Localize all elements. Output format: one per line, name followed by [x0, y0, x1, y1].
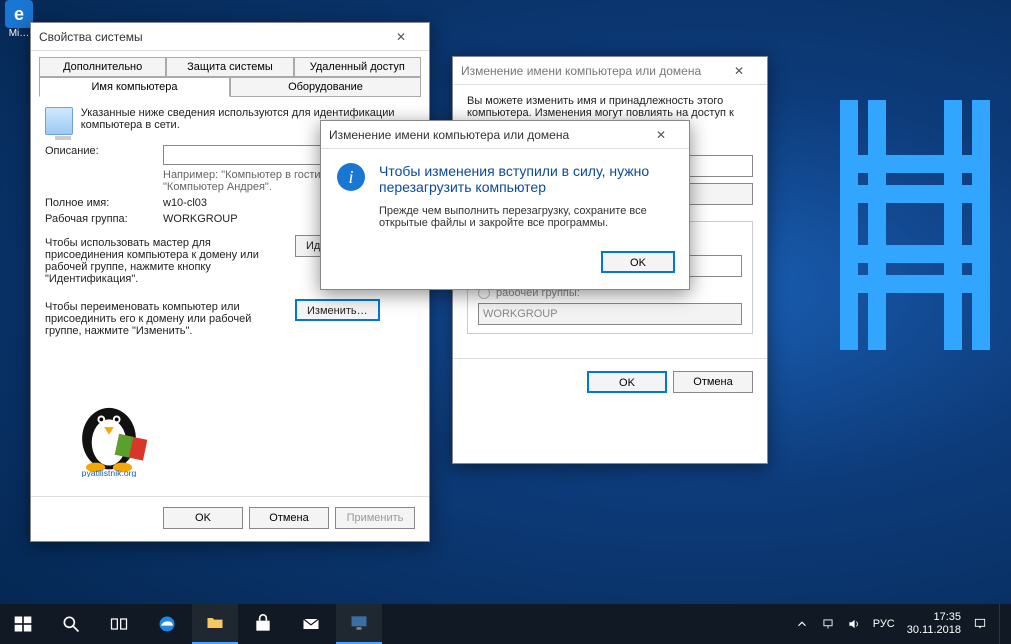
titlebar[interactable]: Свойства системы ✕	[31, 23, 429, 51]
window-title: Изменение имени компьютера или домена	[461, 64, 701, 78]
message-sub: Прежде чем выполнить перезагрузку, сохра…	[379, 205, 673, 229]
language-indicator[interactable]: РУС	[873, 618, 895, 630]
windows-logo-art	[840, 100, 990, 350]
ok-button[interactable]: OK	[587, 371, 667, 393]
cancel-button[interactable]: Отмена	[249, 507, 329, 529]
close-icon[interactable]: ✕	[719, 64, 759, 78]
file-explorer-taskbar[interactable]	[192, 604, 238, 644]
task-view-button[interactable]	[96, 604, 142, 644]
search-icon	[61, 614, 81, 634]
edge-icon: e	[5, 0, 33, 28]
cancel-button[interactable]: Отмена	[673, 371, 753, 393]
network-icon[interactable]	[821, 617, 835, 631]
window-title: Свойства системы	[39, 30, 143, 44]
search-button[interactable]	[48, 604, 94, 644]
mail-taskbar[interactable]	[288, 604, 334, 644]
svg-text:pyatilistnik.org: pyatilistnik.org	[82, 468, 137, 477]
start-button[interactable]	[0, 604, 46, 644]
date: 30.11.2018	[907, 624, 961, 637]
value-fullname: w10-cl03	[163, 197, 207, 209]
restart-prompt-dialog: Изменение имени компьютера или домена ✕ …	[320, 120, 690, 290]
chevron-up-icon[interactable]	[795, 617, 809, 631]
mail-icon	[301, 614, 321, 634]
titlebar[interactable]: Изменение имени компьютера или домена ✕	[453, 57, 767, 85]
info-icon: i	[337, 163, 365, 191]
titlebar[interactable]: Изменение имени компьютера или домена ✕	[321, 121, 689, 149]
window-title: Изменение имени компьютера или домена	[329, 128, 569, 142]
tab-advanced[interactable]: Дополнительно	[39, 57, 166, 77]
wizard-text: Чтобы использовать мастер для присоедине…	[45, 237, 285, 285]
label-workgroup: Рабочая группа:	[45, 213, 155, 225]
close-icon[interactable]: ✕	[381, 30, 421, 44]
monitor-app-taskbar[interactable]	[336, 604, 382, 644]
clock[interactable]: 17:35 30.11.2018	[907, 611, 961, 637]
store-taskbar[interactable]	[240, 604, 286, 644]
tab-protection[interactable]: Защита системы	[166, 57, 293, 77]
tab-hardware[interactable]: Оборудование	[230, 77, 421, 97]
value-workgroup: WORKGROUP	[163, 213, 238, 225]
time: 17:35	[907, 611, 961, 624]
notifications-icon[interactable]	[973, 617, 987, 631]
message-main: Чтобы изменения вступили в силу, нужно п…	[379, 163, 673, 195]
penguin-logo: pyatilistnik.org	[61, 381, 157, 477]
edge-taskbar[interactable]	[144, 604, 190, 644]
ok-button[interactable]: OK	[163, 507, 243, 529]
tab-remote[interactable]: Удаленный доступ	[294, 57, 421, 77]
ok-button[interactable]: OK	[601, 251, 675, 273]
windows-icon	[13, 614, 33, 634]
close-icon[interactable]: ✕	[641, 128, 681, 142]
show-desktop-button[interactable]	[999, 604, 1005, 644]
label-description: Описание:	[45, 145, 155, 165]
change-button[interactable]: Изменить…	[295, 299, 380, 321]
apply-button: Применить	[335, 507, 415, 529]
taskbar: РУС 17:35 30.11.2018	[0, 604, 1011, 644]
edge-icon	[157, 614, 177, 634]
computer-icon	[45, 107, 73, 135]
monitor-icon	[349, 613, 369, 633]
folder-icon	[205, 613, 225, 633]
task-view-icon	[109, 614, 129, 634]
workgroup-input	[478, 303, 742, 325]
label-fullname: Полное имя:	[45, 197, 155, 209]
store-icon	[253, 614, 273, 634]
rename-text: Чтобы переименовать компьютер или присое…	[45, 301, 285, 337]
tab-computer-name[interactable]: Имя компьютера	[39, 77, 230, 97]
volume-icon[interactable]	[847, 617, 861, 631]
description-input[interactable]	[163, 145, 333, 165]
